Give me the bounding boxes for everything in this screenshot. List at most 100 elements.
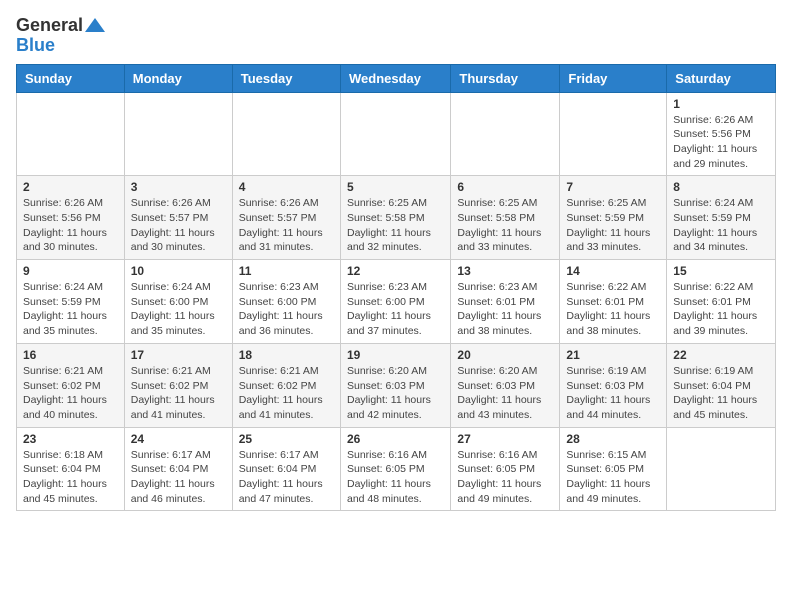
- day-number: 4: [239, 180, 334, 194]
- weekday-header-thursday: Thursday: [451, 64, 560, 92]
- day-number: 28: [566, 432, 660, 446]
- logo: GeneralBlue: [16, 16, 105, 56]
- calendar-cell: 24Sunrise: 6:17 AMSunset: 6:04 PMDayligh…: [124, 427, 232, 511]
- day-info: Sunrise: 6:23 AMSunset: 6:00 PMDaylight:…: [239, 280, 334, 339]
- day-number: 22: [673, 348, 769, 362]
- day-number: 7: [566, 180, 660, 194]
- weekday-header-sunday: Sunday: [17, 64, 125, 92]
- calendar-cell: [232, 92, 340, 176]
- day-number: 19: [347, 348, 444, 362]
- day-number: 2: [23, 180, 118, 194]
- day-info: Sunrise: 6:20 AMSunset: 6:03 PMDaylight:…: [347, 364, 444, 423]
- day-info: Sunrise: 6:19 AMSunset: 6:04 PMDaylight:…: [673, 364, 769, 423]
- day-number: 8: [673, 180, 769, 194]
- day-number: 23: [23, 432, 118, 446]
- calendar-cell: 23 Sunrise: 6:18 AMSunset: 6:04 PMDayligh…: [17, 427, 125, 511]
- day-info: Sunrise: 6:19 AMSunset: 6:03 PMDaylight:…: [566, 364, 660, 423]
- calendar-cell: 3 Sunrise: 6:26 AMSunset: 5:57 PMDaylight…: [124, 176, 232, 260]
- weekday-header-tuesday: Tuesday: [232, 64, 340, 92]
- calendar-cell: 7 Sunrise: 6:25 AMSunset: 5:59 PMDaylight…: [560, 176, 667, 260]
- day-info: Sunrise: 6:21 AMSunset: 6:02 PMDaylight:…: [23, 364, 118, 423]
- day-number: 10: [131, 264, 226, 278]
- calendar-cell: 19 Sunrise: 6:20 AMSunset: 6:03 PMDayligh…: [340, 343, 450, 427]
- calendar-cell: 4 Sunrise: 6:26 AMSunset: 5:57 PMDaylight…: [232, 176, 340, 260]
- day-number: 3: [131, 180, 226, 194]
- calendar-table: SundayMondayTuesdayWednesdayThursdayFrid…: [16, 64, 776, 512]
- day-info: Sunrise: 6:21 AMSunset: 6:02 PMDaylight:…: [239, 364, 334, 423]
- calendar-cell: [17, 92, 125, 176]
- day-number: 27: [457, 432, 553, 446]
- day-number: 26: [347, 432, 444, 446]
- day-number: 25: [239, 432, 334, 446]
- day-number: 21: [566, 348, 660, 362]
- calendar-cell: 2 Sunrise: 6:26 AMSunset: 5:56 PMDaylight…: [17, 176, 125, 260]
- day-number: 1: [673, 97, 769, 111]
- logo-triangle-icon: [85, 18, 105, 34]
- day-info: Sunrise: 6:26 AMSunset: 5:57 PMDaylight:…: [131, 196, 226, 255]
- day-info: Sunrise: 6:25 AMSunset: 5:59 PMDaylight:…: [566, 196, 660, 255]
- calendar-cell: 20 Sunrise: 6:20 AMSunset: 6:03 PMDayligh…: [451, 343, 560, 427]
- day-info: Sunrise: 6:24 AMSunset: 5:59 PMDaylight:…: [673, 196, 769, 255]
- logo-general: General: [16, 16, 83, 36]
- calendar-cell: [560, 92, 667, 176]
- calendar-week-row: 16 Sunrise: 6:21 AMSunset: 6:02 PMDayligh…: [17, 343, 776, 427]
- calendar-cell: 13 Sunrise: 6:23 AMSunset: 6:01 PMDayligh…: [451, 260, 560, 344]
- day-number: 14: [566, 264, 660, 278]
- calendar-cell: 25 Sunrise: 6:17 AMSunset: 6:04 PMDayligh…: [232, 427, 340, 511]
- day-number: 5: [347, 180, 444, 194]
- calendar-cell: 12Sunrise: 6:23 AMSunset: 6:00 PMDayligh…: [340, 260, 450, 344]
- calendar-cell: 1Sunrise: 6:26 AMSunset: 5:56 PMDaylight…: [667, 92, 776, 176]
- day-number: 13: [457, 264, 553, 278]
- calendar-week-row: 1Sunrise: 6:26 AMSunset: 5:56 PMDaylight…: [17, 92, 776, 176]
- logo-blue: Blue: [16, 36, 105, 56]
- calendar-week-row: 2 Sunrise: 6:26 AMSunset: 5:56 PMDaylight…: [17, 176, 776, 260]
- day-info: Sunrise: 6:26 AMSunset: 5:56 PMDaylight:…: [23, 196, 118, 255]
- calendar-cell: 10Sunrise: 6:24 AMSunset: 6:00 PMDayligh…: [124, 260, 232, 344]
- calendar-cell: [667, 427, 776, 511]
- calendar-cell: [340, 92, 450, 176]
- weekday-header-saturday: Saturday: [667, 64, 776, 92]
- calendar-week-row: 23 Sunrise: 6:18 AMSunset: 6:04 PMDayligh…: [17, 427, 776, 511]
- day-number: 12: [347, 264, 444, 278]
- day-info: Sunrise: 6:22 AMSunset: 6:01 PMDaylight:…: [673, 280, 769, 339]
- calendar-cell: 8 Sunrise: 6:24 AMSunset: 5:59 PMDaylight…: [667, 176, 776, 260]
- calendar-cell: 27 Sunrise: 6:16 AMSunset: 6:05 PMDayligh…: [451, 427, 560, 511]
- day-number: 9: [23, 264, 118, 278]
- calendar-cell: 18 Sunrise: 6:21 AMSunset: 6:02 PMDayligh…: [232, 343, 340, 427]
- weekday-header-friday: Friday: [560, 64, 667, 92]
- day-info: Sunrise: 6:15 AMSunset: 6:05 PMDaylight:…: [566, 448, 660, 507]
- calendar-cell: [124, 92, 232, 176]
- day-number: 11: [239, 264, 334, 278]
- day-number: 20: [457, 348, 553, 362]
- day-info: Sunrise: 6:21 AMSunset: 6:02 PMDaylight:…: [131, 364, 226, 423]
- day-info: Sunrise: 6:16 AMSunset: 6:05 PMDaylight:…: [457, 448, 553, 507]
- calendar-cell: [451, 92, 560, 176]
- day-number: 16: [23, 348, 118, 362]
- calendar-week-row: 9 Sunrise: 6:24 AMSunset: 5:59 PMDaylight…: [17, 260, 776, 344]
- weekday-header-monday: Monday: [124, 64, 232, 92]
- weekday-header-wednesday: Wednesday: [340, 64, 450, 92]
- day-info: Sunrise: 6:17 AMSunset: 6:04 PMDaylight:…: [131, 448, 226, 507]
- day-info: Sunrise: 6:17 AMSunset: 6:04 PMDaylight:…: [239, 448, 334, 507]
- day-info: Sunrise: 6:24 AMSunset: 5:59 PMDaylight:…: [23, 280, 118, 339]
- calendar-cell: 17 Sunrise: 6:21 AMSunset: 6:02 PMDayligh…: [124, 343, 232, 427]
- day-info: Sunrise: 6:26 AMSunset: 5:57 PMDaylight:…: [239, 196, 334, 255]
- day-number: 18: [239, 348, 334, 362]
- calendar-cell: 15Sunrise: 6:22 AMSunset: 6:01 PMDayligh…: [667, 260, 776, 344]
- day-info: Sunrise: 6:25 AMSunset: 5:58 PMDaylight:…: [347, 196, 444, 255]
- day-info: Sunrise: 6:16 AMSunset: 6:05 PMDaylight:…: [347, 448, 444, 507]
- day-info: Sunrise: 6:25 AMSunset: 5:58 PMDaylight:…: [457, 196, 553, 255]
- day-info: Sunrise: 6:18 AMSunset: 6:04 PMDaylight:…: [23, 448, 118, 507]
- page-header: GeneralBlue: [16, 16, 776, 56]
- calendar-cell: 11 Sunrise: 6:23 AMSunset: 6:00 PMDayligh…: [232, 260, 340, 344]
- calendar-cell: 21 Sunrise: 6:19 AMSunset: 6:03 PMDayligh…: [560, 343, 667, 427]
- day-number: 17: [131, 348, 226, 362]
- calendar-cell: 6Sunrise: 6:25 AMSunset: 5:58 PMDaylight…: [451, 176, 560, 260]
- weekday-header-row: SundayMondayTuesdayWednesdayThursdayFrid…: [17, 64, 776, 92]
- calendar-cell: 16 Sunrise: 6:21 AMSunset: 6:02 PMDayligh…: [17, 343, 125, 427]
- day-info: Sunrise: 6:23 AMSunset: 6:01 PMDaylight:…: [457, 280, 553, 339]
- calendar-cell: 22 Sunrise: 6:19 AMSunset: 6:04 PMDayligh…: [667, 343, 776, 427]
- calendar-cell: 26 Sunrise: 6:16 AMSunset: 6:05 PMDayligh…: [340, 427, 450, 511]
- calendar-cell: 9 Sunrise: 6:24 AMSunset: 5:59 PMDaylight…: [17, 260, 125, 344]
- day-info: Sunrise: 6:20 AMSunset: 6:03 PMDaylight:…: [457, 364, 553, 423]
